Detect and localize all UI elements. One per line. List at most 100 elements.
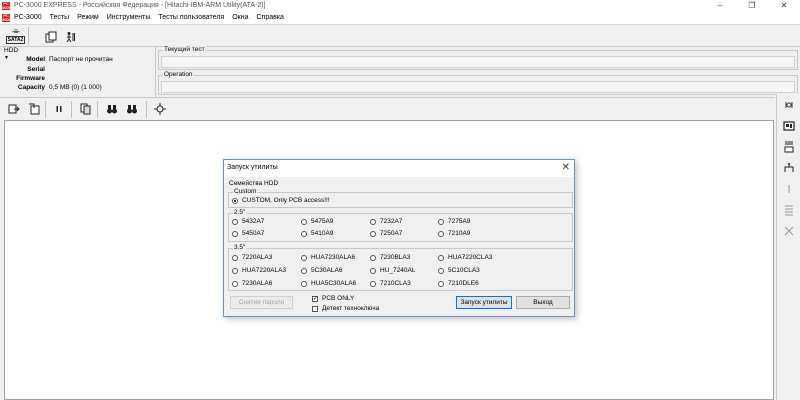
radio-model[interactable]: 5C10CLA3 xyxy=(438,267,480,274)
hdd-info-panel: HDD ▼ Model Паспорт не прочитан Serial F… xyxy=(2,47,155,97)
hdd-value: Паспорт не прочитан xyxy=(49,56,113,63)
radio-model[interactable]: 5410A9 xyxy=(301,230,333,237)
menu-tests[interactable]: Тесты xyxy=(46,14,74,21)
radio-button[interactable] xyxy=(301,267,307,274)
radio-label: 7232A7 xyxy=(380,218,403,225)
window-title: PC-3000 EXPRESS - Российская Федерация -… xyxy=(14,2,266,9)
copy-pages-icon[interactable] xyxy=(79,102,93,116)
pause-icon[interactable] xyxy=(52,102,66,116)
hdd-label: Model xyxy=(26,56,45,63)
radio-button[interactable] xyxy=(301,280,307,287)
radio-button[interactable] xyxy=(438,280,444,287)
drive-board-icon[interactable] xyxy=(782,119,796,133)
launch-utility-button[interactable]: Запуск утилиты xyxy=(456,296,512,309)
radio-custom-pcb[interactable]: CUSTOM, Only PCB access!!! xyxy=(232,197,330,204)
radio-button[interactable] xyxy=(232,230,238,237)
radio-button[interactable] xyxy=(232,267,238,274)
sata-port-button[interactable]: -≡- SATA2 xyxy=(3,27,29,45)
radio-button[interactable] xyxy=(301,218,307,225)
radio-button[interactable] xyxy=(301,254,307,261)
radio-model[interactable]: 7232A7 xyxy=(370,218,402,225)
hdd-family-label: Семейства HDD xyxy=(229,180,279,187)
radio-model[interactable]: 5475A9 xyxy=(301,218,333,225)
remove-password-button[interactable]: Снятие пароля xyxy=(230,296,293,309)
toolbar-separator xyxy=(146,101,147,118)
restore-button[interactable]: ❐ xyxy=(736,0,768,11)
tools-icon[interactable] xyxy=(782,224,796,238)
panel-divider[interactable] xyxy=(155,47,156,97)
radio-button[interactable] xyxy=(232,280,238,287)
radio-model[interactable]: 7230BLA3 xyxy=(370,254,410,261)
pcb-only-checkbox[interactable]: ✓ PCB ONLY xyxy=(312,295,354,302)
window-controls: ‒ ❐ ✕ xyxy=(704,0,800,11)
close-button[interactable]: ✕ xyxy=(768,0,800,11)
radio-model[interactable]: 7230ALA6 xyxy=(232,280,272,287)
menu-pc3000[interactable]: PC-3000 xyxy=(10,14,46,21)
radio-button[interactable] xyxy=(438,230,444,237)
radio-button[interactable] xyxy=(301,230,307,237)
techno-key-checkbox[interactable]: Детект техноключа xyxy=(312,305,379,312)
menu-windows[interactable]: Окна xyxy=(228,14,252,21)
minimize-button[interactable]: ‒ xyxy=(704,0,736,11)
scroll-handle-icon[interactable] xyxy=(782,182,796,196)
launch-utility-dialog: Запуск утилиты ✕ Семейства HDD Custom CU… xyxy=(223,159,575,317)
utility-toolbar xyxy=(0,97,775,119)
reset-icon[interactable] xyxy=(782,140,796,154)
user-run-icon[interactable] xyxy=(64,30,78,44)
group-3-5-title: 3.5" xyxy=(233,244,247,251)
menu-mode[interactable]: Режим xyxy=(73,14,103,21)
hdd-label: Serial xyxy=(27,66,45,73)
radio-button[interactable] xyxy=(438,267,444,274)
menu-tools[interactable]: Инструменты xyxy=(103,14,155,21)
radio-model[interactable]: HUA7220CLA3 xyxy=(438,254,492,261)
operation-group: Operation xyxy=(158,71,798,95)
radio-button[interactable] xyxy=(232,254,238,261)
radio-model[interactable]: 7275A9 xyxy=(438,218,470,225)
radio-button[interactable] xyxy=(438,254,444,261)
radio-model[interactable]: 5450A7 xyxy=(232,230,264,237)
checkbox-box[interactable] xyxy=(312,305,318,312)
menu-user-tests[interactable]: Тесты пользователя xyxy=(154,14,228,21)
radio-button[interactable] xyxy=(232,218,238,225)
radio-model[interactable]: 7210CLA3 xyxy=(370,280,411,287)
copy-out-icon[interactable] xyxy=(7,102,21,116)
info-panel-icon[interactable] xyxy=(782,98,796,112)
hdd-value: 0,5 MB (0) (1 000) xyxy=(49,84,102,91)
move-icon[interactable] xyxy=(153,102,167,116)
radio-button[interactable] xyxy=(370,254,376,261)
radio-model[interactable]: 7210A9 xyxy=(438,230,470,237)
radio-model[interactable]: 7220ALA3 xyxy=(232,254,272,261)
radio-model[interactable]: HUA7230ALA6 xyxy=(301,254,355,261)
radio-label: HU_7240AL xyxy=(380,267,416,274)
radio-label: 7210CLA3 xyxy=(380,280,411,287)
radio-model[interactable]: 7210DLE6 xyxy=(438,280,479,287)
binoculars-icon[interactable] xyxy=(105,102,119,116)
radio-button[interactable] xyxy=(370,218,376,225)
radio-button[interactable] xyxy=(232,197,238,204)
dialog-close-icon[interactable]: ✕ xyxy=(562,162,570,173)
windows-stack-icon[interactable] xyxy=(44,30,58,44)
radio-model[interactable]: 7250A7 xyxy=(370,230,402,237)
radio-model[interactable]: 5C30ALA6 xyxy=(301,267,342,274)
copy-in-icon[interactable] xyxy=(27,102,41,116)
menu-logo-icon: PC 3000 xyxy=(2,12,11,22)
power-connector-icon[interactable] xyxy=(782,161,796,175)
radio-model[interactable]: HUA7220ALA3 xyxy=(232,267,286,274)
list-view-icon[interactable] xyxy=(782,203,796,217)
radio-model[interactable]: HU_7240AL xyxy=(370,267,415,274)
checkbox-box[interactable]: ✓ xyxy=(312,295,318,302)
sata-connector-icon: -≡- xyxy=(12,27,20,36)
radio-button[interactable] xyxy=(370,280,376,287)
find-next-icon[interactable] xyxy=(125,102,139,116)
exit-button[interactable]: Выход xyxy=(516,296,570,309)
menu-help[interactable]: Справка xyxy=(252,14,287,21)
radio-model[interactable]: 5432A7 xyxy=(232,218,264,225)
pcb-only-label: PCB ONLY xyxy=(322,295,355,302)
radio-button[interactable] xyxy=(370,267,376,274)
radio-label: 5C30ALA6 xyxy=(311,267,343,274)
radio-button[interactable] xyxy=(438,218,444,225)
radio-button[interactable] xyxy=(370,230,376,237)
radio-label: 7210A9 xyxy=(448,230,471,237)
dialog-title-bar[interactable]: Запуск утилиты ✕ xyxy=(224,160,574,177)
radio-model[interactable]: HUA5C30ALA6 xyxy=(301,280,356,287)
